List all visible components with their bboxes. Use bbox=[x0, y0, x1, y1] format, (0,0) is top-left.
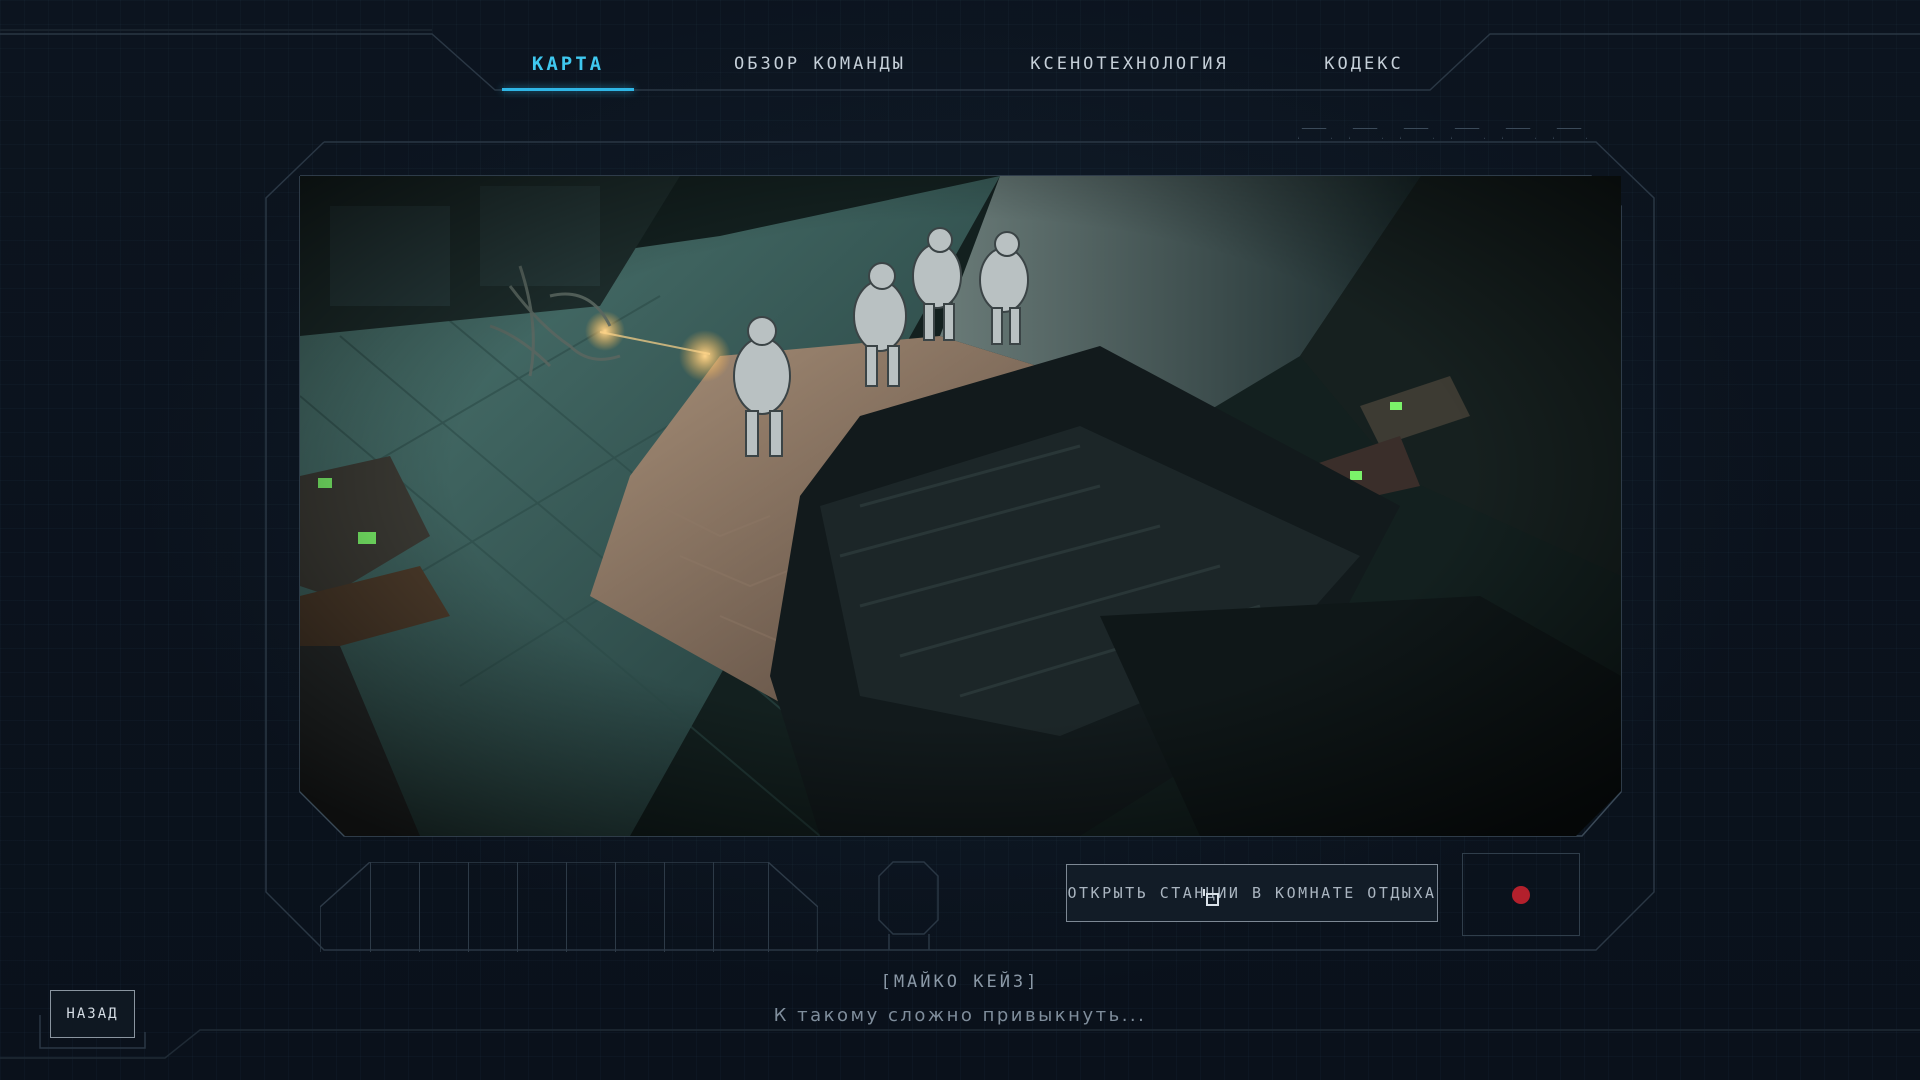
tab-team-overview[interactable]: ОБЗОР КОМАНДЫ bbox=[720, 45, 920, 91]
open-stations-button[interactable]: ОТКРЫТЬ СТАНЦИИ В КОМНАТЕ ОТДЫХА bbox=[1066, 864, 1438, 922]
slot bbox=[517, 862, 567, 952]
game-screen: КАРТА ОБЗОР КОМАНДЫ КСЕНОТЕХНОЛОГИЯ КОДЕ… bbox=[0, 0, 1920, 1080]
main-tab-bar: КАРТА ОБЗОР КОМАНДЫ КСЕНОТЕХНОЛОГИЯ КОДЕ… bbox=[480, 45, 1440, 91]
dialogue-speaker: [МАЙКО КЕЙЗ] bbox=[880, 972, 1040, 992]
page-indicator bbox=[1298, 128, 1587, 139]
dialogue-line: К такому сложно привыкнуть... bbox=[773, 1005, 1147, 1026]
slot bbox=[768, 862, 818, 952]
tab-map[interactable]: КАРТА bbox=[502, 45, 634, 91]
slot bbox=[419, 862, 469, 952]
page-indicator-tab bbox=[1400, 128, 1434, 139]
record-dot-icon bbox=[1512, 885, 1530, 904]
ability-slot-bar bbox=[320, 862, 818, 952]
page-indicator-tab bbox=[1502, 128, 1536, 139]
page-indicator-tab bbox=[1298, 128, 1332, 139]
cutscene-viewport bbox=[300, 176, 1621, 836]
cursor-icon bbox=[1203, 889, 1219, 906]
tab-codex[interactable]: КОДЕКС bbox=[1314, 45, 1414, 91]
slot bbox=[566, 862, 616, 952]
page-indicator-tab bbox=[1451, 128, 1485, 139]
tab-xenotech[interactable]: КСЕНОТЕХНОЛОГИЯ bbox=[1007, 45, 1252, 91]
slot bbox=[713, 862, 763, 952]
record-indicator-box bbox=[1462, 853, 1580, 936]
slot bbox=[615, 862, 665, 952]
page-indicator-tab bbox=[1349, 128, 1383, 139]
page-indicator-tab bbox=[1553, 128, 1587, 139]
slot bbox=[370, 862, 420, 952]
back-button[interactable]: НАЗАД bbox=[50, 990, 135, 1038]
slot bbox=[468, 862, 518, 952]
slot bbox=[664, 862, 714, 952]
